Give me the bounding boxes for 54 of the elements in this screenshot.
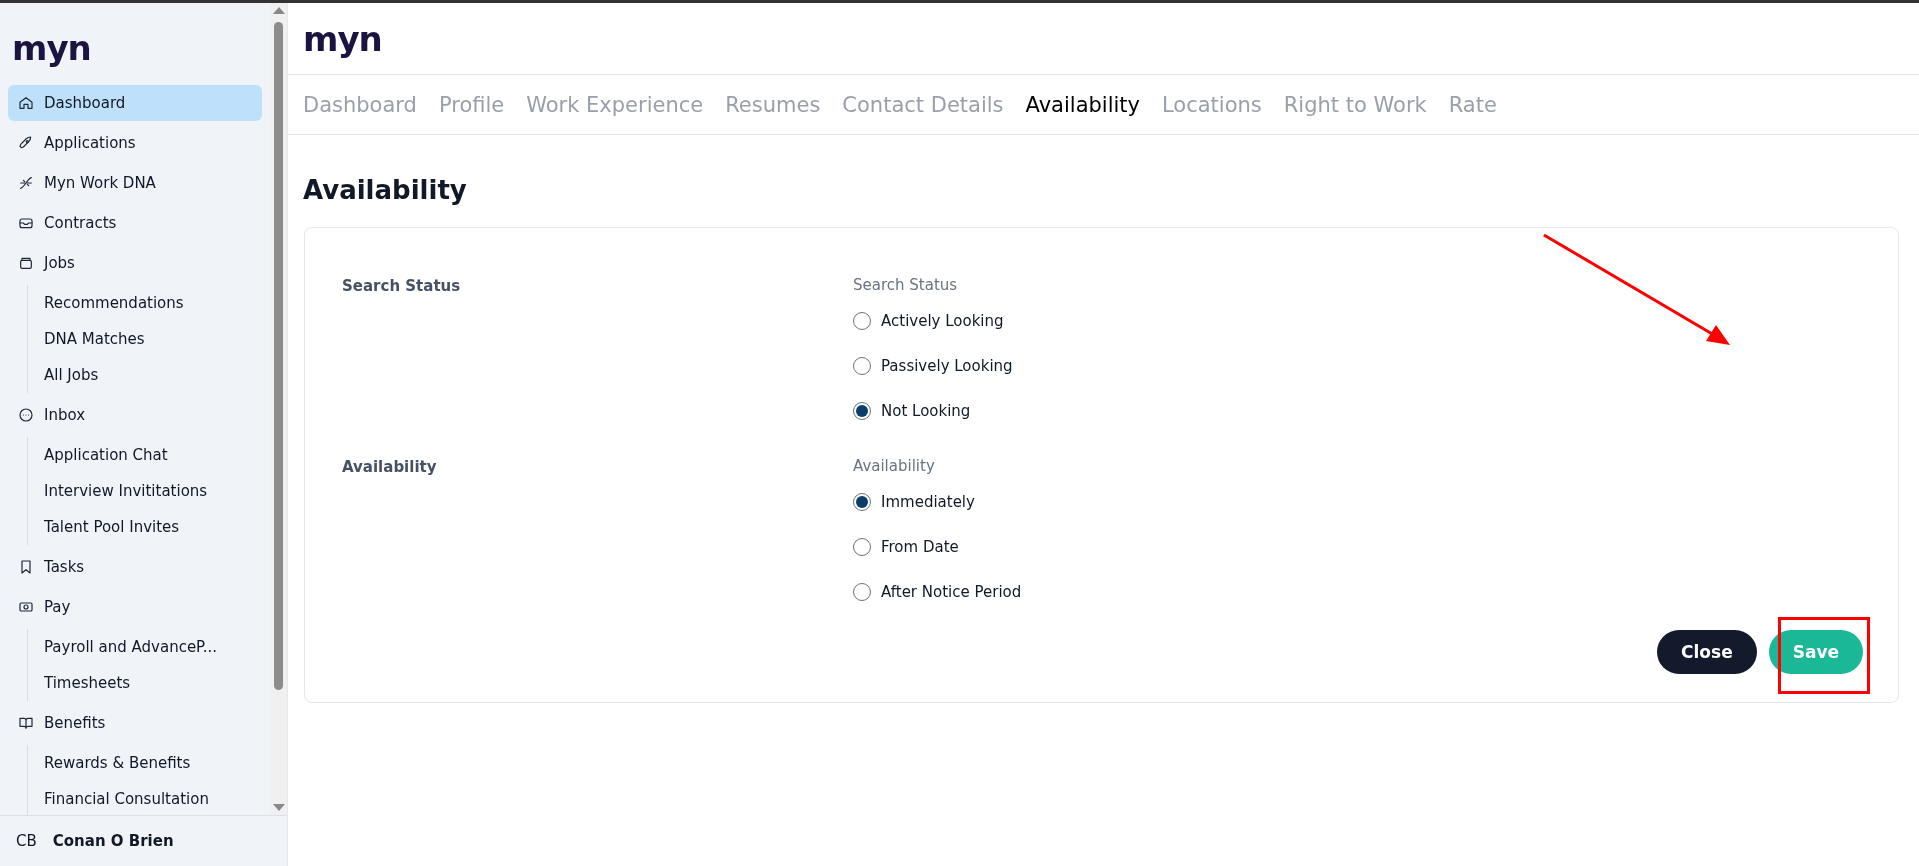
book-icon — [18, 715, 34, 731]
chat-icon — [18, 407, 34, 423]
sidebar-subitem[interactable]: Interview Invititations — [38, 473, 262, 509]
sidebar-item-label: Contracts — [44, 214, 117, 232]
radio-label[interactable]: Immediately — [881, 492, 975, 511]
radio-label[interactable]: From Date — [881, 537, 959, 556]
sidebar-subitem[interactable]: Financial Consultation — [38, 781, 262, 815]
sidebar-item[interactable]: Myn Work DNA — [8, 165, 262, 201]
money-icon — [18, 599, 34, 615]
section-label: Search Status — [342, 277, 461, 295]
sidebar-item[interactable]: Benefits — [8, 705, 262, 741]
radio-label[interactable]: Not Looking — [881, 401, 971, 420]
sidebar-item[interactable]: Pay — [8, 589, 262, 625]
sidebar-subitem[interactable]: Payroll and AdvanceP... — [38, 629, 262, 665]
sidebar-item[interactable]: Dashboard — [8, 85, 262, 121]
home-icon — [18, 95, 34, 111]
user-name: Conan O Brien — [52, 832, 174, 850]
sidebar-item[interactable]: Tasks — [8, 549, 262, 585]
sidebar-subitem[interactable]: Recommendations — [38, 285, 262, 321]
sidebar-item[interactable]: Contracts — [8, 205, 262, 241]
bookmark-icon — [18, 559, 34, 575]
sidebar-subitem[interactable]: Rewards & Benefits — [38, 745, 262, 781]
dna-icon — [18, 175, 34, 191]
page-title: Availability — [303, 175, 468, 205]
sidebar-item[interactable]: Applications — [8, 125, 262, 161]
close-button[interactable]: Close — [1657, 630, 1757, 674]
sidebar-subitem[interactable]: Timesheets — [38, 665, 262, 701]
sidebar-subitem[interactable]: Talent Pool Invites — [38, 509, 262, 545]
radio-label[interactable]: After Notice Period — [881, 582, 1022, 601]
sidebar-item-label: Tasks — [44, 558, 85, 576]
sidebar-item-label: Myn Work DNA — [44, 174, 156, 192]
sidebar-subitem[interactable]: All Jobs — [38, 357, 262, 393]
user-initials: CB — [16, 832, 37, 850]
box-icon — [18, 255, 34, 271]
sidebar-item-label: Dashboard — [44, 94, 126, 112]
section-label: Availability — [342, 458, 437, 476]
radio-label[interactable]: Actively Looking — [881, 311, 1004, 330]
sidebar-item-label: Pay — [44, 598, 71, 616]
sidebar-item-label: Jobs — [44, 254, 75, 272]
logo: myn — [12, 31, 91, 65]
sidebar-subitem[interactable]: Application Chat — [38, 437, 262, 473]
scrollbar[interactable] — [270, 3, 287, 815]
sidebar-item[interactable]: Jobs — [8, 245, 262, 281]
sidebar-item-label: Benefits — [44, 714, 106, 732]
sidebar-item[interactable]: Inbox — [8, 397, 262, 433]
radio-label[interactable]: Passively Looking — [881, 356, 1013, 375]
sidebar-item-label: Applications — [44, 134, 136, 152]
logo: myn — [303, 21, 382, 56]
tab[interactable]: Availability — [1025, 92, 1140, 117]
sidebar-item-label: Inbox — [44, 406, 86, 424]
group-label: Search Status — [853, 276, 958, 294]
tray-icon — [18, 215, 34, 231]
sidebar-subitem[interactable]: DNA Matches — [38, 321, 262, 357]
group-label: Availability — [853, 457, 935, 475]
